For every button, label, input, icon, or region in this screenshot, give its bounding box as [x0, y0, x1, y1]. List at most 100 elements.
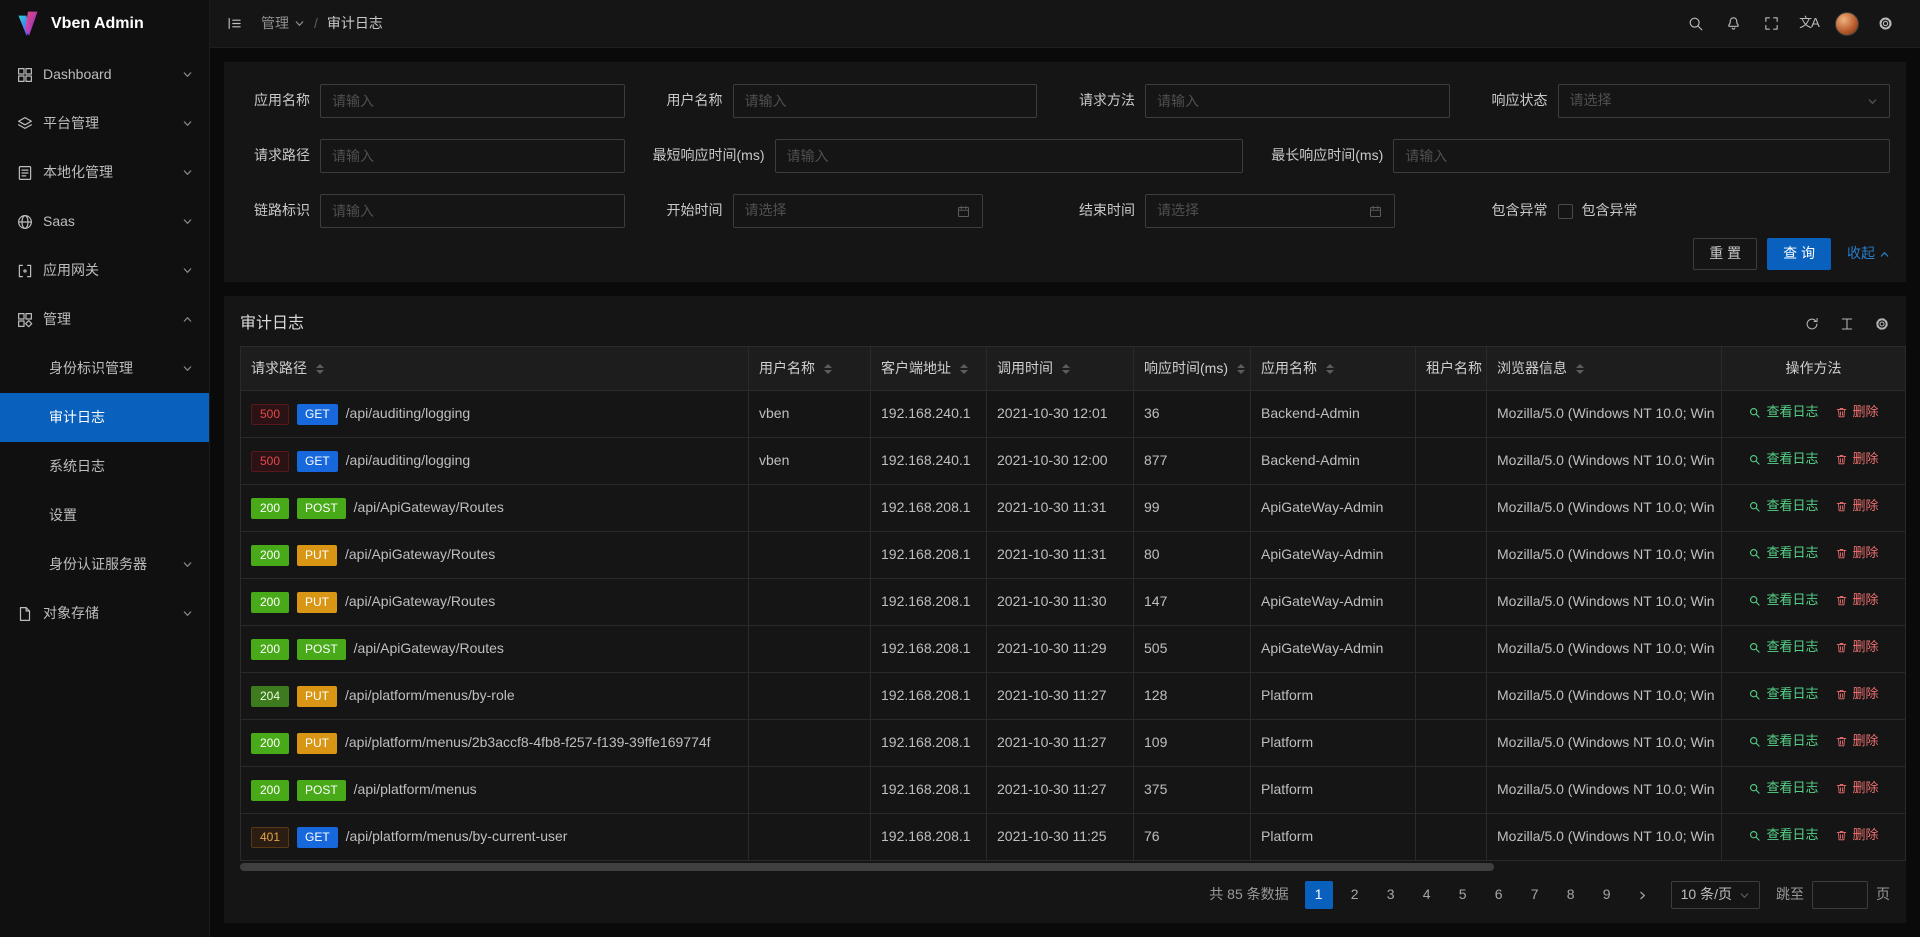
search-button[interactable]: 查 询 [1767, 238, 1831, 270]
logo[interactable]: Vben Admin [0, 0, 209, 48]
start-time-picker[interactable]: 请选择 [733, 194, 983, 228]
chevron-down-icon [182, 559, 193, 570]
table-card-header: 审计日志 [240, 302, 1890, 346]
sidebar-item-6[interactable]: 对象存储 [0, 589, 209, 638]
column-header-6[interactable]: 租户名称 [1416, 347, 1487, 391]
view-log-button[interactable]: 查看日志 [1748, 638, 1818, 656]
min-response-time-input[interactable] [775, 139, 1244, 173]
collapse-link[interactable]: 收起 [1847, 244, 1890, 264]
page-button-6[interactable]: 6 [1485, 881, 1513, 909]
sidebar-item-5[interactable]: 管理 [0, 295, 209, 344]
page-button-8[interactable]: 8 [1557, 881, 1585, 909]
column-header-2[interactable]: 客户端地址 [871, 347, 987, 391]
view-log-button[interactable]: 查看日志 [1748, 732, 1818, 750]
response-status-select[interactable]: 请选择 [1558, 84, 1891, 118]
sidebar-subitem-0[interactable]: 身份标识管理 [0, 344, 209, 393]
sidebar-subitem-1[interactable]: 审计日志 [0, 393, 209, 442]
page-button-5[interactable]: 5 [1449, 881, 1477, 909]
column-header-0[interactable]: 请求路径 [241, 347, 749, 391]
sidebar-item-2[interactable]: 本地化管理 [0, 148, 209, 197]
page-button-1[interactable]: 1 [1305, 881, 1333, 909]
column-header-5[interactable]: 应用名称 [1251, 347, 1416, 391]
sort-icons[interactable] [960, 364, 968, 374]
view-log-button[interactable]: 查看日志 [1748, 544, 1818, 562]
column-header-4[interactable]: 响应时间(ms) [1134, 347, 1251, 391]
topbar-actions: 文A [1676, 0, 1904, 48]
sidebar-item-1[interactable]: 平台管理 [0, 99, 209, 148]
page-size-select[interactable]: 10 条/页 [1671, 881, 1760, 909]
include-exception-checkbox[interactable] [1558, 204, 1573, 219]
sidebar-item-label: 管理 [43, 310, 174, 330]
breadcrumb-root[interactable]: 管理 [261, 14, 305, 34]
delete-button[interactable]: 删除 [1835, 779, 1879, 797]
delete-button[interactable]: 删除 [1835, 403, 1879, 421]
delete-button[interactable]: 删除 [1835, 497, 1879, 515]
column-header-1[interactable]: 用户名称 [749, 347, 871, 391]
avatar[interactable] [1828, 0, 1866, 48]
row-height-icon[interactable] [1839, 316, 1855, 332]
column-header-7[interactable]: 浏览器信息 [1487, 347, 1722, 391]
sidebar-item-3[interactable]: Saas [0, 197, 209, 246]
horizontal-scrollbar[interactable] [240, 862, 1890, 872]
reset-button[interactable]: 重 置 [1693, 238, 1757, 270]
fullscreen-icon[interactable] [1752, 0, 1790, 48]
sidebar-item-4[interactable]: 应用网关 [0, 246, 209, 295]
delete-button[interactable]: 删除 [1835, 826, 1879, 844]
delete-button[interactable]: 删除 [1835, 732, 1879, 750]
search-icon[interactable] [1676, 0, 1714, 48]
sort-icons[interactable] [316, 364, 324, 374]
view-log-button[interactable]: 查看日志 [1748, 685, 1818, 703]
sort-icons[interactable] [824, 364, 832, 374]
response-time-cell: 877 [1134, 438, 1251, 485]
sidebar-subitem-2[interactable]: 系统日志 [0, 442, 209, 491]
request-method-input[interactable] [1145, 84, 1450, 118]
sidebar-subitem-3[interactable]: 设置 [0, 491, 209, 540]
page-button-2[interactable]: 2 [1341, 881, 1369, 909]
sort-icons[interactable] [1062, 364, 1070, 374]
search-icon [1748, 547, 1761, 560]
delete-button[interactable]: 删除 [1835, 685, 1879, 703]
page-button-3[interactable]: 3 [1377, 881, 1405, 909]
column-settings-icon[interactable] [1874, 316, 1890, 332]
view-log-button[interactable]: 查看日志 [1748, 826, 1818, 844]
request-path-input[interactable] [320, 139, 625, 173]
sidebar-subitem-4[interactable]: 身份认证服务器 [0, 540, 209, 589]
page-button-7[interactable]: 7 [1521, 881, 1549, 909]
delete-button[interactable]: 删除 [1835, 450, 1879, 468]
localization-icon [16, 164, 34, 182]
settings-icon[interactable] [1866, 0, 1904, 48]
view-log-button[interactable]: 查看日志 [1748, 403, 1818, 421]
sort-icons[interactable] [1576, 364, 1584, 374]
sidebar-item-0[interactable]: Dashboard [0, 50, 209, 99]
view-log-button[interactable]: 查看日志 [1748, 779, 1818, 797]
delete-button[interactable]: 删除 [1835, 544, 1879, 562]
menu-fold-icon[interactable] [226, 15, 243, 32]
refresh-icon[interactable] [1804, 316, 1820, 332]
max-response-time-input[interactable] [1393, 139, 1890, 173]
page-button-9[interactable]: 9 [1593, 881, 1621, 909]
translate-icon[interactable]: 文A [1790, 0, 1828, 48]
page-button-4[interactable]: 4 [1413, 881, 1441, 909]
next-page-button[interactable] [1629, 881, 1657, 909]
view-log-button[interactable]: 查看日志 [1748, 497, 1818, 515]
trace-id-input[interactable] [320, 194, 625, 228]
dashboard-icon [16, 66, 34, 84]
view-log-button[interactable]: 查看日志 [1748, 450, 1818, 468]
sort-icons[interactable] [1326, 364, 1334, 374]
bell-icon[interactable] [1714, 0, 1752, 48]
search-icon [1748, 688, 1761, 701]
view-log-button[interactable]: 查看日志 [1748, 591, 1818, 609]
jump-page-input[interactable] [1812, 881, 1868, 909]
table-row: 500GET/api/auditing/loggingvben192.168.2… [241, 438, 1906, 485]
tenant-name-cell [1416, 438, 1487, 485]
app-name-input[interactable] [320, 84, 625, 118]
column-label: 用户名称 [759, 359, 815, 379]
column-header-3[interactable]: 调用时间 [987, 347, 1134, 391]
delete-button[interactable]: 删除 [1835, 638, 1879, 656]
status-badge: 200 [251, 592, 289, 613]
end-time-picker[interactable]: 请选择 [1145, 194, 1395, 228]
delete-button[interactable]: 删除 [1835, 591, 1879, 609]
user-name-input[interactable] [733, 84, 1038, 118]
sort-icons[interactable] [1237, 364, 1245, 374]
scrollbar-thumb[interactable] [240, 863, 1494, 871]
